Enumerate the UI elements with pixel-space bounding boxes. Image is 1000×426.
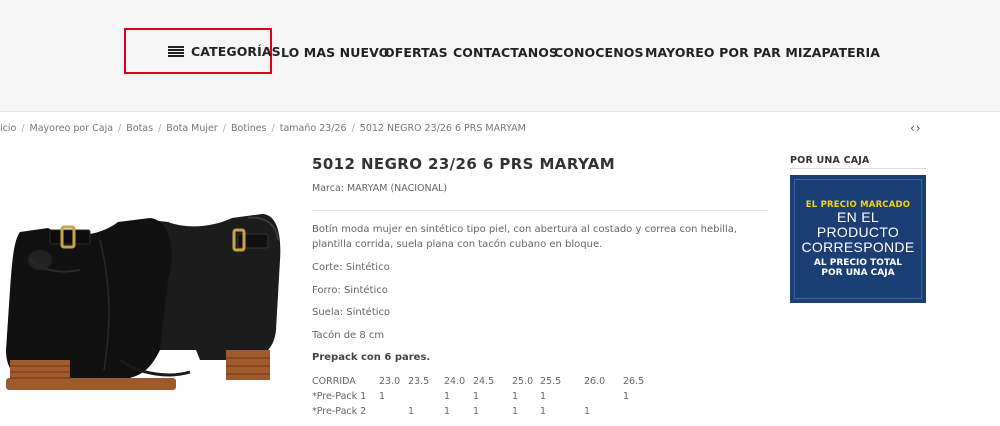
- nav-item-lo-mas-nuevo[interactable]: LO MAS NUEVO: [281, 45, 389, 60]
- breadcrumb-item-botines[interactable]: Botines: [231, 123, 267, 134]
- size-cell: 1: [584, 406, 591, 417]
- size-header: 25.5: [540, 376, 562, 387]
- breadcrumb: icio / Mayoreo por Caja / Botas / Bota Muje…: [0, 123, 526, 134]
- nav-item-ofertas[interactable]: OFERTAS: [384, 45, 448, 60]
- size-header: 26.5: [623, 376, 645, 387]
- top-navigation-bar: CATEGORÍAS LO MAS NUEVO OFERTAS CONTACTA…: [0, 0, 1000, 112]
- breadcrumb-item-current: 5012 NEGRO 23/26 6 PRS MARYAM: [359, 123, 526, 134]
- nav-item-contactanos[interactable]: CONTACTANOS: [453, 45, 558, 60]
- categories-label: CATEGORÍAS: [191, 44, 281, 59]
- size-cell: 1: [512, 391, 519, 402]
- breadcrumb-separator: /: [21, 123, 25, 134]
- sidebar-title: POR UNA CAJA: [790, 155, 870, 166]
- size-cell: 1: [444, 391, 451, 402]
- breadcrumb-separator: /: [351, 123, 355, 134]
- product-title: 5012 NEGRO 23/26 6 PRS MARYAM: [312, 155, 616, 173]
- product-brand: Marca: MARYAM (NACIONAL): [312, 183, 448, 194]
- size-cell: 1: [623, 391, 630, 402]
- size-header: 26.0: [584, 376, 606, 387]
- product-description: Botín moda mujer en sintético tipo piel,…: [312, 224, 738, 250]
- breadcrumb-item-mayoreo-por-caja[interactable]: Mayoreo por Caja: [30, 123, 114, 134]
- product-image-boots[interactable]: [0, 200, 290, 426]
- promo-banner-frame: EL PRECIO MARCADO EN EL PRODUCTO CORRESP…: [794, 179, 922, 299]
- promo-line-3: CORRESPONDE: [801, 239, 915, 255]
- nav-item-mayoreo-por-par[interactable]: MAYOREO POR PAR MIZAPATERIA: [645, 45, 880, 60]
- size-cell: *Pre-Pack 1: [312, 391, 367, 402]
- promo-line-2: EN EL PRODUCTO: [816, 209, 900, 240]
- size-cell: *Pre-Pack 2: [312, 406, 367, 417]
- promo-line-5: POR UNA CAJA: [821, 268, 895, 278]
- breadcrumb-separator: /: [158, 123, 162, 134]
- breadcrumb-item-inicio[interactable]: icio: [0, 123, 16, 134]
- size-cell: 1: [473, 391, 480, 402]
- breadcrumb-separator: /: [222, 123, 226, 134]
- size-cell: 1: [379, 391, 386, 402]
- breadcrumb-separator: /: [118, 123, 122, 134]
- breadcrumb-item-tamano[interactable]: tamaño 23/26: [280, 123, 347, 134]
- size-header: 24.5: [473, 376, 495, 387]
- size-cell: 1: [473, 406, 480, 417]
- size-cell: 1: [540, 391, 547, 402]
- size-header: 24.0: [444, 376, 466, 387]
- breadcrumb-item-botas[interactable]: Botas: [126, 123, 153, 134]
- categories-menu-button[interactable]: CATEGORÍAS: [168, 44, 281, 59]
- spec-forro: Forro: Sintético: [312, 285, 388, 296]
- breadcrumb-item-bota-mujer[interactable]: Bota Mujer: [166, 123, 218, 134]
- size-table-row: *Pre-Pack 1 1 1 1 1 1 1: [312, 391, 672, 406]
- size-cell: 1: [444, 406, 451, 417]
- size-cell: 1: [540, 406, 547, 417]
- prepack-label: Prepack con 6 pares.: [312, 352, 431, 363]
- hamburger-menu-icon: [168, 45, 184, 58]
- spec-corte: Corte: Sintético: [312, 262, 390, 273]
- breadcrumb-separator: /: [271, 123, 275, 134]
- promo-banner[interactable]: EL PRECIO MARCADO EN EL PRODUCTO CORRESP…: [790, 175, 926, 303]
- size-table-row: *Pre-Pack 2 1 1 1 1 1 1: [312, 406, 672, 421]
- size-cell: 1: [408, 406, 415, 417]
- size-cell: 1: [512, 406, 519, 417]
- size-header: 23.5: [408, 376, 430, 387]
- next-product-icon[interactable]: ›: [916, 121, 922, 135]
- spec-suela: Suela: Sintético: [312, 307, 391, 318]
- spec-tacon: Tacón de 8 cm: [312, 330, 385, 341]
- divider: [312, 210, 768, 211]
- size-table-header: CORRIDA 23.0 23.5 24.0 24.5 25.0 25.5 26…: [312, 376, 672, 391]
- sidebar-divider: [790, 168, 926, 169]
- size-header: 23.0: [379, 376, 401, 387]
- size-header: 25.0: [512, 376, 534, 387]
- size-table: CORRIDA 23.0 23.5 24.0 24.5 25.0 25.5 26…: [312, 376, 672, 421]
- nav-item-conocenos[interactable]: CONOCENOS: [554, 45, 644, 60]
- size-header-corrida: CORRIDA: [312, 376, 356, 387]
- promo-line-4: AL PRECIO TOTAL: [813, 258, 903, 268]
- product-pager: ‹›: [910, 121, 922, 135]
